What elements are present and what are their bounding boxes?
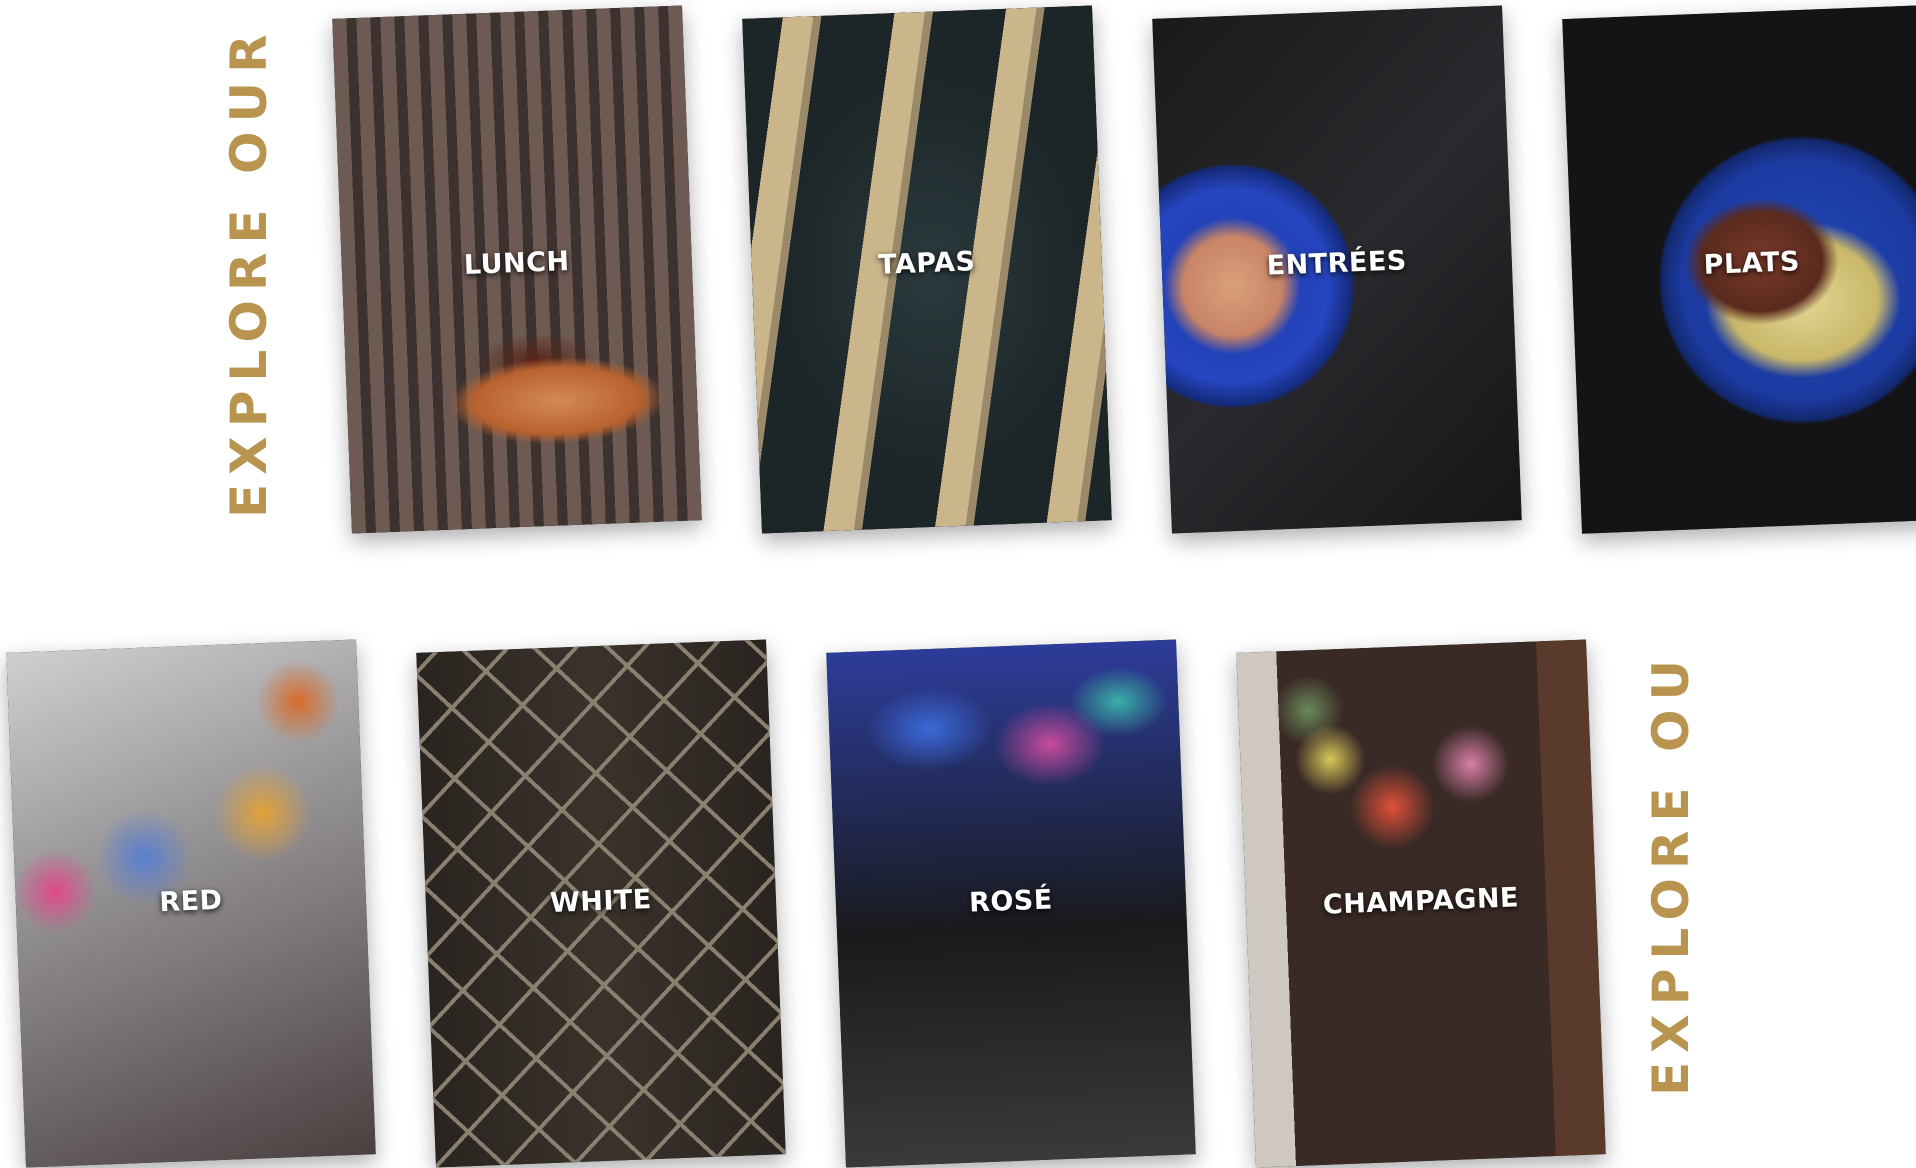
wine-card-white[interactable]: WHITE [416, 639, 786, 1168]
cuisine-section-title: EXPLORE OUR CUISINE [220, 0, 278, 518]
wine-card-rose[interactable]: ROSÉ [826, 639, 1196, 1168]
wine-card-red[interactable]: RED [6, 639, 376, 1168]
wine-card-champagne[interactable]: CHAMPAGNE [1236, 639, 1606, 1168]
cuisine-card-tapas[interactable]: TAPAS [742, 5, 1112, 534]
cuisine-card-lunch[interactable]: LUNCH [332, 5, 702, 534]
wine-section-title: EXPLORE OU [1642, 650, 1700, 1096]
cuisine-card-entrees[interactable]: ENTRÉES [1152, 5, 1522, 534]
cuisine-card-plats[interactable]: PLATS [1562, 5, 1916, 534]
